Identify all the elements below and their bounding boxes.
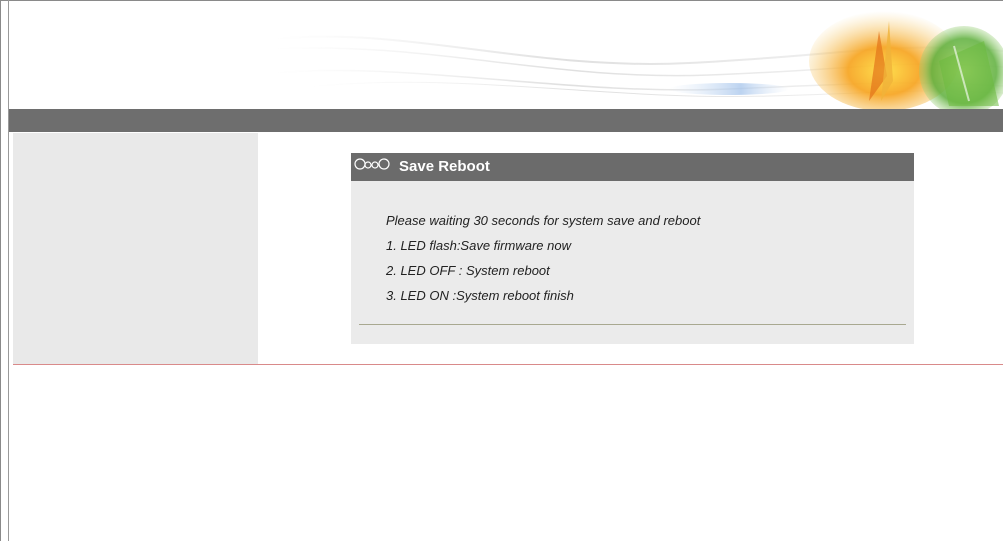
panel-header: Save Reboot	[351, 153, 914, 181]
panel-title: Save Reboot	[399, 158, 490, 175]
chain-link-icon	[354, 157, 390, 171]
header-banner	[9, 1, 1003, 109]
sidebar	[13, 133, 258, 364]
content-bottom-divider	[13, 364, 1003, 365]
panel-divider	[359, 324, 906, 325]
top-navbar	[9, 109, 1003, 132]
message-line-2: 1. LED flash:Save firmware now	[386, 238, 571, 253]
message-line-3: 2. LED OFF : System reboot	[386, 263, 550, 278]
message-line-4: 3. LED ON :System reboot finish	[386, 288, 574, 303]
message-line-1: Please waiting 30 seconds for system sav…	[386, 213, 701, 228]
save-reboot-panel: Save Reboot Please waiting 30 seconds fo…	[351, 153, 914, 344]
banner-graphic	[273, 11, 1003, 109]
